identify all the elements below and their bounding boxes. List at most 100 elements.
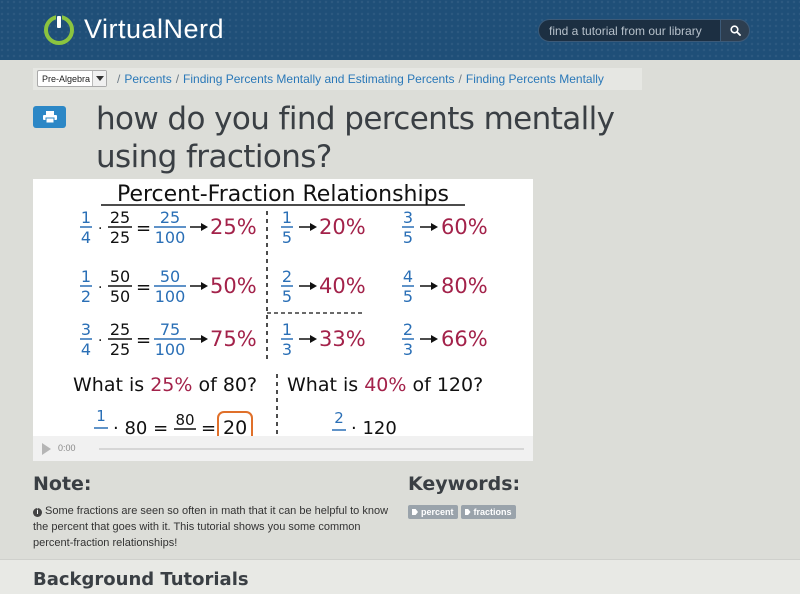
site-logo[interactable]: VirtualNerd <box>42 12 224 46</box>
fraction-numerator: 1 <box>81 267 91 286</box>
logo-text: VirtualNerd <box>84 14 224 45</box>
multiplier-numerator: 25 <box>110 208 130 227</box>
percent: 80% <box>441 274 488 298</box>
result-numerator: 75 <box>160 320 180 339</box>
dot: · <box>98 221 102 237</box>
note-body: Some fractions are seen so often in math… <box>33 505 389 549</box>
logo-nerd: Nerd <box>163 13 225 44</box>
question-2-percent: 40% <box>364 374 406 396</box>
work-1-numerator-2: 80 <box>175 411 194 429</box>
fraction-numerator: 1 <box>282 320 292 339</box>
dot: · <box>98 333 102 349</box>
tag-icon <box>464 509 471 515</box>
result-numerator: 50 <box>160 267 180 286</box>
search-button[interactable] <box>720 19 750 42</box>
fraction-denominator: 5 <box>403 287 413 306</box>
power-icon <box>44 15 74 45</box>
breadcrumb: / Percents / Finding Percents Mentally and … <box>113 72 604 86</box>
video-player[interactable]: Percent-Fraction Relationships 1 4 · 25 25 = 2… <box>33 179 533 461</box>
equals-sign: = <box>136 277 151 298</box>
multiplier-numerator: 50 <box>110 267 130 286</box>
keyword-tag-fractions[interactable]: fractions <box>460 505 516 519</box>
percent: 25% <box>210 215 257 239</box>
work-2-numerator: 2 <box>334 409 344 427</box>
keyword-tag-label: percent <box>421 507 454 517</box>
percent: 60% <box>441 215 488 239</box>
multiplier-denominator: 25 <box>110 340 130 359</box>
site-header: VirtualNerd <box>0 0 800 60</box>
info-icon: i <box>33 508 42 517</box>
question-1-percent: 25% <box>150 374 192 396</box>
dot: · <box>98 280 102 296</box>
fraction-denominator: 3 <box>403 340 413 359</box>
question-2-prefix: What is <box>287 374 364 396</box>
percent: 40% <box>319 274 366 298</box>
chevron-down-icon <box>92 71 106 86</box>
board-title: Percent-Fraction Relationships <box>117 182 449 207</box>
keyword-tag-percent[interactable]: percent <box>408 505 458 519</box>
work-2-text: · 120 <box>351 418 397 436</box>
question-2: What is 40% of 120? <box>287 374 483 396</box>
breadcrumb-separator: / <box>458 72 462 86</box>
keyword-tags: percent fractions <box>408 505 516 519</box>
fraction-denominator: 4 <box>81 228 91 247</box>
fraction-numerator: 3 <box>81 320 91 339</box>
printer-icon <box>42 111 57 123</box>
result-denominator: 100 <box>155 228 186 247</box>
work-1-answer: 20 <box>223 417 247 436</box>
play-icon[interactable] <box>42 443 51 455</box>
tag-icon <box>412 509 418 515</box>
breadcrumb-percents[interactable]: Percents <box>124 72 171 86</box>
fraction-numerator: 2 <box>403 320 413 339</box>
equals-sign: = <box>136 330 151 351</box>
breadcrumb-separator: / <box>117 72 121 86</box>
breadcrumb-bar: Pre-Algebra / Percents / Finding Percents M… <box>33 68 642 90</box>
work-1-text: · 80 = <box>113 418 168 436</box>
keyword-tag-label: fractions <box>473 507 512 517</box>
note-text: i Some fractions are seen so often in mat… <box>33 503 403 551</box>
breadcrumb-estimating-percents[interactable]: Finding Percents Mentally and Estimating… <box>183 72 454 86</box>
question-2-suffix: of 120? <box>406 374 483 396</box>
fraction-numerator: 1 <box>81 208 91 227</box>
fraction-denominator: 5 <box>403 228 413 247</box>
page-title: how do you find percents mentally using … <box>96 101 615 175</box>
fraction-denominator: 5 <box>282 228 292 247</box>
fraction-numerator: 3 <box>403 208 413 227</box>
fraction-numerator: 2 <box>282 267 292 286</box>
search-icon <box>729 25 741 36</box>
work-1-numerator: 1 <box>96 407 106 425</box>
question-1: What is 25% of 80? <box>73 374 257 396</box>
fraction-denominator: 5 <box>282 287 292 306</box>
print-button[interactable] <box>33 106 66 128</box>
question-1-suffix: of 80? <box>192 374 257 396</box>
equals-sign: = <box>136 218 151 239</box>
fraction-denominator: 4 <box>81 340 91 359</box>
logo-virtual: Virtual <box>84 13 164 44</box>
video-time: 0:00 <box>58 443 76 453</box>
fraction-denominator: 3 <box>282 340 292 359</box>
subject-select[interactable]: Pre-Algebra <box>37 70 107 87</box>
fraction-denominator: 2 <box>81 287 91 306</box>
multiplier-denominator: 25 <box>110 228 130 247</box>
result-denominator: 100 <box>155 287 186 306</box>
question-1-prefix: What is <box>73 374 150 396</box>
breadcrumb-finding-percents-mentally[interactable]: Finding Percents Mentally <box>466 72 604 86</box>
multiplier-denominator: 50 <box>110 287 130 306</box>
search-box <box>538 19 750 42</box>
video-progress-bar[interactable] <box>99 448 524 450</box>
result-denominator: 100 <box>155 340 186 359</box>
fraction-numerator: 4 <box>403 267 413 286</box>
percent: 20% <box>319 215 366 239</box>
breadcrumb-separator: / <box>175 72 180 86</box>
background-tutorials-section: Background Tutorials <box>0 559 800 594</box>
work-1-equals: = <box>201 418 216 436</box>
percent: 75% <box>210 327 257 351</box>
subject-select-value: Pre-Algebra <box>42 74 91 84</box>
search-input[interactable] <box>549 23 714 39</box>
background-tutorials-heading: Background Tutorials <box>33 569 249 590</box>
result-numerator: 25 <box>160 208 180 227</box>
video-controls: 0:00 <box>33 436 533 461</box>
multiplier-numerator: 25 <box>110 320 130 339</box>
fraction-numerator: 1 <box>282 208 292 227</box>
percent: 33% <box>319 327 366 351</box>
